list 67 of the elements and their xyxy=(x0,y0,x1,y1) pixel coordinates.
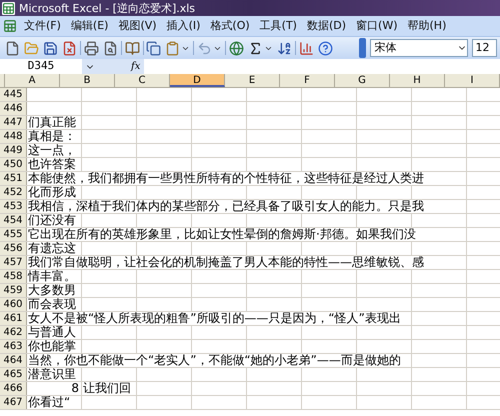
row-header[interactable]: 453 xyxy=(0,200,27,213)
column-header[interactable]: D xyxy=(170,74,225,87)
menu-item[interactable]: 窗口(W) xyxy=(353,18,400,34)
row-header[interactable]: 456 xyxy=(0,242,27,255)
table-cell: 们还没有 xyxy=(27,214,76,227)
row-header[interactable]: 467 xyxy=(0,396,27,409)
window-title: Microsoft Excel - [逆向恋爱术].xls xyxy=(19,2,196,14)
row-header[interactable]: 446 xyxy=(0,102,27,115)
font-size-field[interactable]: 12 xyxy=(472,39,498,57)
row-header[interactable]: 459 xyxy=(0,284,27,297)
row-header[interactable]: 451 xyxy=(0,172,27,185)
sheet-icon xyxy=(3,19,17,33)
row-header[interactable]: 447 xyxy=(0,116,27,129)
column-header[interactable]: E xyxy=(225,74,280,87)
table-cell: 你也能掌 xyxy=(27,340,76,353)
table-cell: 有遗忘这 xyxy=(27,242,76,255)
font-select[interactable]: 宋体 xyxy=(370,39,468,57)
table-cell: 让我们回 xyxy=(82,382,131,395)
table-cell: 当然，你也不能做一个“老实人”，不能做“她的小老弟”——而是做她的 xyxy=(27,354,401,367)
table-cell: 而会表现 xyxy=(27,298,76,311)
row-header[interactable]: 466 xyxy=(0,382,27,395)
table-cell: 它出现在所有的英雄形象里，比如让女性晕倒的詹姆斯·邦德。如果我们没 xyxy=(27,228,416,241)
table-cell: 与普通人 xyxy=(27,326,76,339)
column-header[interactable]: A xyxy=(5,74,60,87)
row-header[interactable]: 462 xyxy=(0,326,27,339)
row-header[interactable]: 448 xyxy=(0,130,27,143)
row-header[interactable]: 449 xyxy=(0,144,27,157)
table-cell: 女人不是被“怪人所表现的粗鲁”所吸引的——只是因为，“怪人”表现出 xyxy=(27,312,401,325)
toolbar-grip[interactable] xyxy=(358,38,366,58)
menu-item[interactable]: 编辑(E) xyxy=(68,18,112,34)
table-cell-text: 8 xyxy=(70,382,80,395)
table-cell: 化而形成 xyxy=(27,186,76,199)
row-header[interactable]: 452 xyxy=(0,186,27,199)
table-cell: 本能使然，我们都拥有一些男性所特有的个性特征，这些特征是经过人类进 xyxy=(27,172,424,185)
row-header[interactable]: 458 xyxy=(0,270,27,283)
table-cell: 们真正能 xyxy=(27,116,76,129)
table-cell: 我们常自做聪明，让社会化的机制掩盖了男人本能的特性——思维敏锐、感 xyxy=(27,256,424,269)
column-header[interactable]: H xyxy=(390,74,445,87)
formula-field[interactable] xyxy=(144,59,500,74)
row-header[interactable]: 463 xyxy=(0,340,27,353)
row-header[interactable]: 454 xyxy=(0,214,27,227)
menu-item[interactable]: 插入(I) xyxy=(164,18,204,34)
table-cell: 大多数男 xyxy=(27,284,76,297)
column-header[interactable]: B xyxy=(60,74,115,87)
table-cell: 潜意识里 xyxy=(27,368,76,381)
row-header[interactable]: 461 xyxy=(0,312,27,325)
row-header[interactable]: 457 xyxy=(0,256,27,269)
menu-item[interactable]: 工具(T) xyxy=(256,18,300,34)
row-header[interactable]: 464 xyxy=(0,354,27,367)
menu-item[interactable]: 帮助(H) xyxy=(404,18,450,34)
row-header[interactable]: 455 xyxy=(0,228,27,241)
name-box[interactable]: D345 xyxy=(0,59,82,74)
row-header[interactable]: 445 xyxy=(0,88,27,101)
table-cell: 我相信，深植于我们体内的某些部分，已经具备了吸引女人的能力。只是我 xyxy=(27,200,424,213)
row-header[interactable]: 465 xyxy=(0,368,27,381)
row-header[interactable]: 450 xyxy=(0,158,27,171)
column-header[interactable]: F xyxy=(280,74,335,87)
menu-item[interactable]: 数据(D) xyxy=(304,18,350,34)
fx-label: fx xyxy=(131,60,140,74)
table-cell: 也许答案 xyxy=(27,158,76,171)
table-cell: 你看过“ xyxy=(27,396,70,409)
column-header[interactable]: G xyxy=(335,74,390,87)
menu-item[interactable]: 视图(V) xyxy=(115,18,160,34)
row-header[interactable]: 460 xyxy=(0,298,27,311)
column-header[interactable]: I xyxy=(445,74,500,87)
menu-item[interactable]: 格式(O) xyxy=(207,18,253,34)
menu-item[interactable]: 文件(F) xyxy=(21,18,64,34)
